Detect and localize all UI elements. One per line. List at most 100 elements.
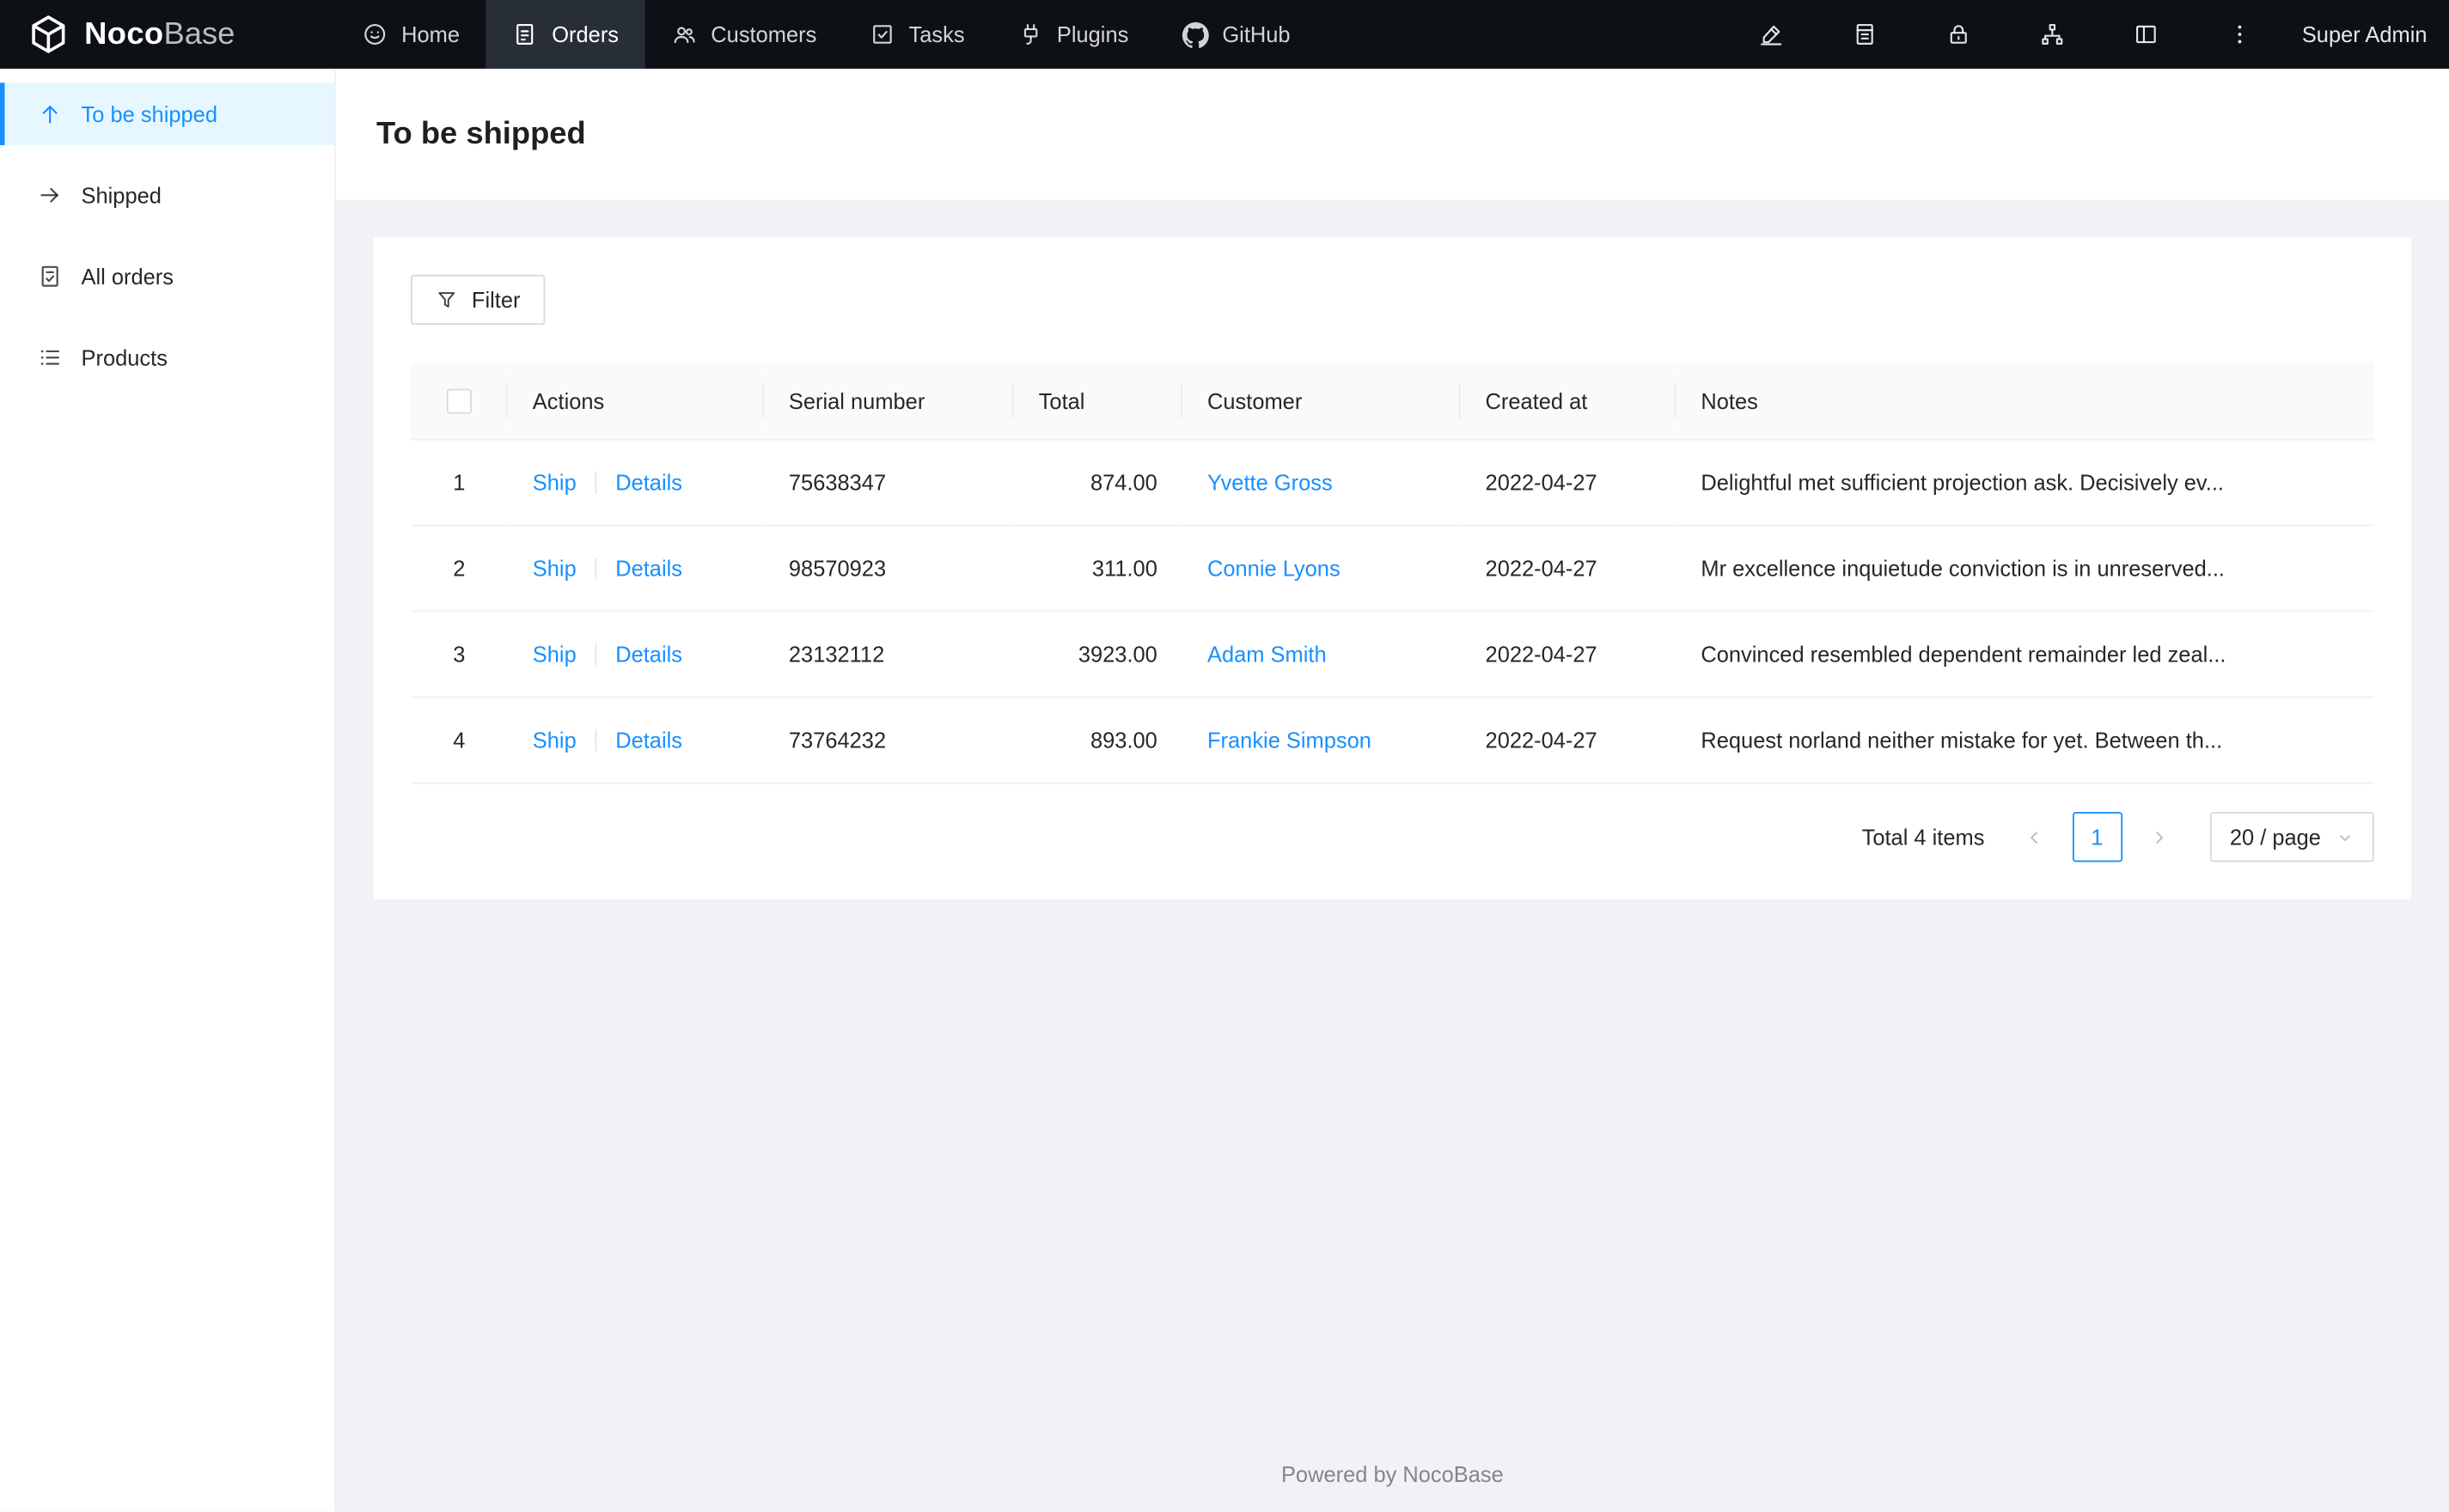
sidebar-item-all-orders[interactable]: All orders <box>0 245 334 308</box>
more-button[interactable] <box>2205 0 2274 69</box>
serial-number-cell: 73764232 <box>763 698 1014 784</box>
created-at-cell: 2022-04-27 <box>1460 526 1676 613</box>
nav-item-home[interactable]: Home <box>336 0 486 69</box>
details-link[interactable]: Details <box>615 729 682 753</box>
customer-link[interactable]: Connie Lyons <box>1207 557 1341 582</box>
notes-cell: Convinced resembled dependent remainder … <box>1676 612 2374 699</box>
details-link[interactable]: Details <box>615 557 682 582</box>
orders-table: Actions Serial number Total Customer Cre… <box>411 362 2374 784</box>
table-row: 4 Ship Details 73764232 893.00 Frankie Si… <box>411 698 2374 784</box>
sidebar-item-label: Shipped <box>81 182 162 208</box>
nav-item-github[interactable]: GitHub <box>1155 0 1316 69</box>
table-header-row: Actions Serial number Total Customer Cre… <box>411 362 2374 442</box>
access-control-button[interactable] <box>1924 0 1993 69</box>
table-row: 3 Ship Details 23132112 3923.00 Adam Smit… <box>411 612 2374 699</box>
nav-item-customers[interactable]: Customers <box>645 0 843 69</box>
created-at-cell: 2022-04-27 <box>1460 440 1676 527</box>
logo-text-secondary: Base <box>163 16 235 52</box>
team-icon <box>672 21 697 46</box>
content-area: Filter Actions Serial number Total Custo… <box>336 200 2449 1440</box>
collections-button[interactable] <box>1830 0 1899 69</box>
row-index: 4 <box>453 728 466 753</box>
page-1-button[interactable]: 1 <box>2072 812 2122 863</box>
logo-text: NocoBase <box>84 16 235 52</box>
app-logo[interactable]: NocoBase <box>0 0 336 69</box>
details-link[interactable]: Details <box>615 471 682 496</box>
nav-item-label: Plugins <box>1056 21 1129 47</box>
pagination-total: Total 4 items <box>1861 825 1985 850</box>
sidebar-item-label: All orders <box>81 264 174 290</box>
pagination: Total 4 items 1 20 / page <box>411 812 2374 863</box>
serial-number-cell: 23132112 <box>763 612 1014 699</box>
page-size-select[interactable]: 20 / page <box>2209 812 2374 863</box>
serial-number-cell: 75638347 <box>763 440 1014 527</box>
workflow-button[interactable] <box>2018 0 2086 69</box>
row-index: 1 <box>453 470 466 496</box>
check-square-icon <box>870 21 895 46</box>
nav-item-orders[interactable]: Orders <box>486 0 645 69</box>
row-index: 3 <box>453 642 466 668</box>
action-divider <box>595 472 597 494</box>
column-header-customer: Customer <box>1182 362 1461 442</box>
user-menu[interactable]: Super Admin <box>2302 21 2428 46</box>
page-header: To be shipped <box>335 68 2449 200</box>
table-row: 2 Ship Details 98570923 311.00 Connie Lyo… <box>411 526 2374 613</box>
row-index: 2 <box>453 556 466 582</box>
main-content: To be shipped Filter Actions Serial numb… <box>335 68 2449 1511</box>
prev-page-button[interactable] <box>2010 813 2060 863</box>
filter-button[interactable]: Filter <box>411 274 546 326</box>
ship-link[interactable]: Ship <box>533 557 577 582</box>
sidebar-item-label: Products <box>81 344 168 370</box>
customer-link[interactable]: Yvette Gross <box>1207 471 1333 496</box>
column-header-created-at: Created at <box>1460 362 1676 442</box>
arrow-up-icon <box>38 101 63 126</box>
apartment-icon <box>2039 21 2064 46</box>
filter-label: Filter <box>471 287 521 313</box>
nav-item-label: Tasks <box>908 21 965 47</box>
orders-file-icon <box>513 21 538 46</box>
ship-link[interactable]: Ship <box>533 729 577 753</box>
next-page-button[interactable] <box>2134 813 2184 863</box>
ship-link[interactable]: Ship <box>533 643 577 668</box>
highlighter-icon <box>1758 21 1783 46</box>
sidebar-item-label: To be shipped <box>81 101 217 127</box>
layout-icon <box>2134 21 2159 46</box>
file-done-icon <box>38 264 63 289</box>
lock-icon <box>1945 21 1970 46</box>
nocobase-logo-icon <box>28 14 69 54</box>
column-header-notes: Notes <box>1676 362 2374 442</box>
plug-icon <box>1017 21 1042 46</box>
notes-cell: Delightful met sufficient projection ask… <box>1676 440 2374 527</box>
total-cell: 3923.00 <box>1013 612 1182 699</box>
book-icon <box>1852 21 1877 46</box>
chevron-right-icon <box>2151 829 2168 846</box>
created-at-cell: 2022-04-27 <box>1460 612 1676 699</box>
action-divider <box>595 729 597 752</box>
customer-link[interactable]: Adam Smith <box>1207 643 1327 668</box>
ship-link[interactable]: Ship <box>533 471 577 496</box>
nav-item-label: GitHub <box>1222 21 1291 47</box>
chevron-left-icon <box>2026 829 2043 846</box>
sidebar: To be shipped Shipped All orders Product… <box>0 68 336 1512</box>
action-divider <box>595 643 597 666</box>
chevron-down-icon <box>2336 829 2354 846</box>
logo-text-primary: Noco <box>84 16 164 52</box>
ui-editor-button[interactable] <box>1737 0 1805 69</box>
app-window: NocoBase Home Orders Customers Tasks Plu… <box>0 0 2449 1512</box>
customer-link[interactable]: Frankie Simpson <box>1207 729 1371 753</box>
details-link[interactable]: Details <box>615 643 682 668</box>
nav-item-tasks[interactable]: Tasks <box>843 0 991 69</box>
nav-item-label: Orders <box>552 21 620 47</box>
sidebar-item-shipped[interactable]: Shipped <box>0 164 334 227</box>
table-container: Actions Serial number Total Customer Cre… <box>411 362 2374 784</box>
sidebar-item-products[interactable]: Products <box>0 326 334 389</box>
nav-item-plugins[interactable]: Plugins <box>992 0 1156 69</box>
nav-item-label: Customers <box>711 21 817 47</box>
page-title: To be shipped <box>376 116 586 151</box>
nav-item-label: Home <box>401 21 461 47</box>
total-cell: 874.00 <box>1013 440 1182 527</box>
smiley-icon <box>363 21 388 46</box>
block-templates-button[interactable] <box>2111 0 2180 69</box>
select-all-checkbox[interactable] <box>446 389 472 415</box>
sidebar-item-to-be-shipped[interactable]: To be shipped <box>0 82 334 146</box>
